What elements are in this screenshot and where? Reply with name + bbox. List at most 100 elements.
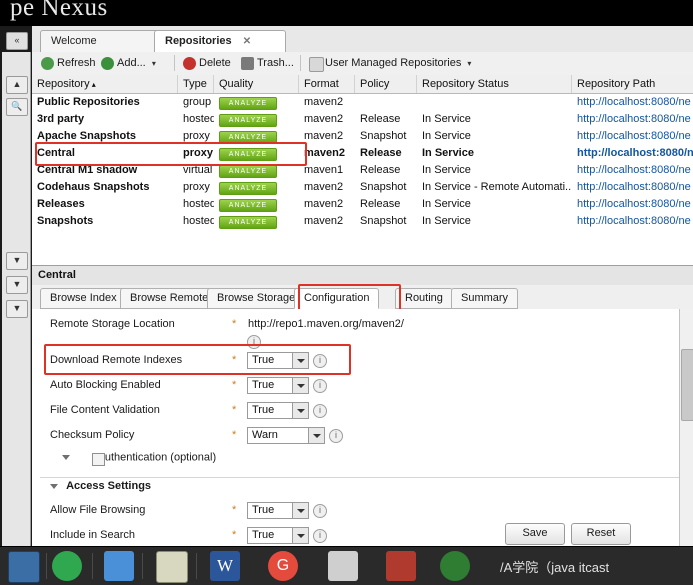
form-scrollbar[interactable] [679,309,693,552]
chevron-down-icon[interactable] [292,503,308,518]
cell-path[interactable]: http://localhost:8080/ne [572,128,693,145]
tab-browse-storage[interactable]: Browse Storage [207,288,306,309]
table-row-central[interactable]: Central proxy ANALYZE maven2 Release In … [32,145,693,162]
column-header-status[interactable]: Repository Status [417,75,572,93]
collapse-left-icon[interactable]: « [6,32,28,50]
analyze-badge[interactable]: ANALYZE [219,216,277,229]
column-header-type[interactable]: Type [178,75,214,93]
cell-path[interactable]: http://localhost:8080/ne [572,94,693,111]
down-arrow-icon-3[interactable]: ▼ [6,300,28,318]
chevron-down-icon-user[interactable]: ▾ [467,59,471,68]
taskbar-item-3[interactable] [104,551,134,581]
table-row[interactable]: Snapshots hosted ANALYZE maven2 Snapshot… [32,213,693,230]
search-icon[interactable]: 🔍 [6,98,28,116]
refresh-button[interactable]: Refresh [40,55,96,72]
chevron-down-icon[interactable] [292,353,308,368]
cell-policy: Snapshot [360,215,407,227]
chevron-down-icon[interactable] [292,378,308,393]
chevron-down-icon[interactable] [292,528,308,543]
chevron-down-icon[interactable] [292,403,308,418]
reset-button[interactable]: Reset [571,523,631,545]
tab-repositories[interactable]: Repositories ✕ [154,30,286,52]
save-button[interactable]: Save [505,523,565,545]
column-header-policy[interactable]: Policy [355,75,417,93]
taskbar-item-7[interactable] [440,551,470,581]
analyze-badge[interactable]: ANALYZE [219,165,277,178]
table-row[interactable]: Public Repositories group ANALYZE maven2… [32,94,693,111]
column-header-path[interactable]: Repository Path [572,75,693,93]
info-icon-include-in-search[interactable]: i [313,529,327,543]
tab-browse-index[interactable]: Browse Index [40,288,127,309]
analyze-badge[interactable]: ANALYZE [219,199,277,212]
cell-path[interactable]: http://localhost:8080/ne [572,179,693,196]
table-row[interactable]: Releases hosted ANALYZE maven2 Release I… [32,196,693,213]
info-icon-file-content-validation[interactable]: i [313,404,327,418]
refresh-icon [41,57,54,70]
tab-routing[interactable]: Routing [395,288,453,309]
table-row[interactable]: Codehaus Snapshots proxy ANALYZE maven2 … [32,179,693,196]
cell-format: maven2 [304,96,344,108]
info-icon-allow-file-browsing[interactable]: i [313,504,327,518]
delete-button[interactable]: Delete [182,55,231,72]
tab-close-icon[interactable]: ✕ [243,36,251,47]
authentication-section[interactable]: Authentication (optional) [62,451,216,466]
tab-summary[interactable]: Summary [451,288,519,309]
combo-allow-file-browsing[interactable]: True [247,502,309,519]
down-arrow-icon-2[interactable]: ▼ [6,276,28,294]
cell-path[interactable]: http://localhost:8080/ne [572,213,693,230]
down-arrow-icon-1[interactable]: ▼ [6,252,28,270]
twisty-icon-access-settings[interactable] [50,483,58,489]
table-row[interactable]: 3rd party hosted ANALYZE maven2 Release … [32,111,693,128]
column-header-repository[interactable]: Repository ▴ [32,75,178,93]
taskbar-item-6[interactable] [386,551,416,581]
analyze-badge[interactable]: ANALYZE [219,114,277,127]
analyze-badge[interactable]: ANALYZE [219,97,277,110]
taskbar-item-g[interactable]: G [268,551,298,581]
combo-checksum-policy[interactable]: Warn [247,427,325,444]
analyze-badge[interactable]: ANALYZE [219,182,277,195]
cell-path[interactable]: http://localhost:8080/ne [572,145,693,162]
add-button[interactable]: Add... ▾ [100,55,156,72]
table-row[interactable]: Apache Snapshots proxy ANALYZE maven2 Sn… [32,128,693,145]
info-icon-remote-storage[interactable]: i [247,335,261,349]
combo-file-content-validation[interactable]: True [247,402,309,419]
value-remote-storage-location[interactable]: http://repo1.maven.org/maven2/ [248,318,404,330]
trash-button[interactable]: Trash... [240,55,294,72]
analyze-badge[interactable]: ANALYZE [219,131,277,144]
cell-path[interactable]: http://localhost:8080/ne [572,196,693,213]
taskbar-item-5[interactable] [328,551,358,581]
cell-type: hosted [183,215,214,227]
tab-welcome[interactable]: Welcome [40,30,172,52]
combo-download-remote-indexes[interactable]: True [247,352,309,369]
info-icon-download-remote-indexes[interactable]: i [313,354,327,368]
combo-include-in-search[interactable]: True [247,527,309,544]
twisty-icon-authentication[interactable] [62,455,70,460]
column-header-format[interactable]: Format [299,75,355,93]
info-icon-checksum-policy[interactable]: i [329,429,343,443]
cell-policy: Release [360,113,401,125]
cell-path[interactable]: http://localhost:8080/ne [572,162,693,179]
combo-auto-blocking-enabled[interactable]: True [247,377,309,394]
authentication-checkbox[interactable] [92,453,106,466]
form-scrollbar-thumb[interactable] [681,349,693,421]
column-header-quality[interactable]: Quality [214,75,299,93]
tab-browse-remote[interactable]: Browse Remote [120,288,219,309]
table-row[interactable]: Central M1 shadow virtual ANALYZE maven1… [32,162,693,179]
up-arrow-icon[interactable]: ▲ [6,76,28,94]
cell-quality: ANALYZE [214,162,299,179]
taskbar-item-4[interactable] [156,551,188,583]
tab-configuration[interactable]: Configuration [294,288,380,309]
user-managed-repositories-button[interactable]: User Managed Repositories ▾ [308,55,471,72]
configuration-form: Remote Storage Location * http://repo1.m… [32,309,693,552]
taskbar-item-2[interactable] [52,551,82,581]
chevron-down-icon-add[interactable]: ▾ [152,59,156,68]
cell-repository: Codehaus Snapshots [37,181,150,193]
label-include-in-search: Include in Search [50,529,135,541]
chevron-down-icon[interactable] [308,428,324,443]
taskbar-item-word[interactable]: W [210,551,240,581]
info-icon-auto-blocking[interactable]: i [313,379,327,393]
taskbar-item-1[interactable] [8,551,40,583]
analyze-badge[interactable]: ANALYZE [219,148,277,161]
cell-path[interactable]: http://localhost:8080/ne [572,111,693,128]
access-settings-section[interactable]: Access Settings [50,480,151,492]
